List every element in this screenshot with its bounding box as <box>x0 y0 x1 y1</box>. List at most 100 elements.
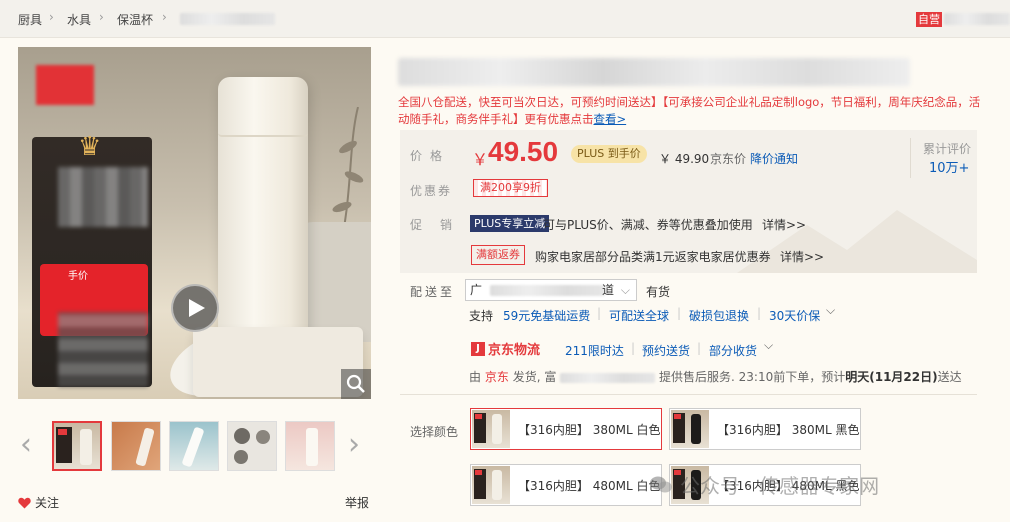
mountain-watermark-icon <box>737 210 977 273</box>
address-tail: 道 <box>602 283 615 297</box>
zoom-button[interactable] <box>341 369 371 399</box>
main-product-image[interactable]: ♛ 手价 <box>18 47 371 399</box>
crown-icon: ♛ <box>78 132 102 162</box>
plus-discount-text: 可与PLUS价、满减、券等优惠叠加使用 <box>543 218 753 232</box>
color-option-380-black[interactable]: 【316内胆】 380ML 黑色 <box>669 408 861 450</box>
thumbnail-4[interactable] <box>227 421 277 471</box>
pixelated-promo-detail <box>58 312 148 387</box>
thumbnail-next-arrow[interactable]: › <box>348 430 360 460</box>
delivery-separator: | <box>697 341 702 355</box>
price-label: 价格 <box>410 149 451 163</box>
jd-price-label: 京东价 <box>710 152 747 166</box>
service-price-protect[interactable]: 30天价保 <box>769 307 820 324</box>
service-separator: | <box>597 306 602 320</box>
eval-count-link[interactable]: 10万+ <box>929 157 969 176</box>
breadcrumb-item-drinkware[interactable]: 水具 <box>67 11 91 28</box>
thumbnail-2[interactable] <box>111 421 161 471</box>
eval-label: 累计评价 <box>923 142 972 156</box>
service-global-delivery[interactable]: 可配送全球 <box>609 307 669 324</box>
address-selector[interactable]: 广 道 ⌵ <box>465 279 637 301</box>
price-drop-notify-link[interactable]: 降价通知 <box>750 150 798 167</box>
self-operated-badge: 自营 <box>916 12 942 27</box>
services-expand-chevron-icon[interactable]: ⌵ <box>826 303 835 318</box>
follow-label: 关注 <box>35 496 60 510</box>
magnifier-icon <box>346 374 365 393</box>
thumbnail-3[interactable] <box>169 421 219 471</box>
color-option-480-white[interactable]: 【316内胆】 480ML 白色 <box>470 464 662 506</box>
delivery-expand-chevron-icon[interactable]: ⌵ <box>764 338 773 353</box>
breadcrumb-item-blurred[interactable] <box>180 13 275 25</box>
delivery-separator: | <box>631 341 636 355</box>
jd-logistics-text: 京东物流 <box>488 343 541 358</box>
report-link[interactable]: 举报 <box>345 494 369 511</box>
pixelated-promo-text <box>58 167 148 227</box>
option-label: 【316内胆】 380ML 黑色 <box>717 422 860 437</box>
breadcrumb-item-kitchenware[interactable]: 厨具 <box>18 11 42 28</box>
promo-price-label: 手价 <box>68 271 88 282</box>
rebate-coupon-text: 购家电家居部分品类满1元返家电家居优惠券 <box>535 250 771 264</box>
eval-divider <box>910 138 911 178</box>
service-separator: | <box>757 306 762 320</box>
coupon-label: 优惠券 <box>410 184 453 198</box>
promotion-label: 促销 <box>410 218 471 232</box>
breadcrumb-separator: › <box>99 10 104 24</box>
section-divider <box>400 394 977 395</box>
option-thumb <box>472 410 510 448</box>
product-title-blurred <box>398 58 910 86</box>
thumbnail-5[interactable] <box>285 421 335 471</box>
plus-discount-detail-link[interactable]: 详情>> <box>762 216 806 233</box>
play-video-button[interactable] <box>171 284 219 332</box>
wechat-watermark: 公众号 · 传感器专家网 <box>650 470 879 499</box>
wechat-icon <box>650 476 672 492</box>
address-blurred <box>489 285 605 296</box>
ship-info-jd[interactable]: 京东 <box>485 370 509 384</box>
brand-logo-blurred <box>36 65 94 105</box>
jd-logistics-icon: J <box>471 341 485 356</box>
product-subtitle: 全国八仓配送，快至可当次日达，可预约时间送达】【可承接公司企业礼品定制logo，… <box>398 94 988 128</box>
color-select-label: 选择颜色 <box>410 425 459 439</box>
plus-discount-tag: PLUS专享立减 <box>470 215 550 232</box>
ship-info-end: 送达 <box>937 370 962 384</box>
breadcrumb-bar: 厨具 › 水具 › 保温杯 › 自营 <box>0 0 1010 38</box>
chevron-down-icon: ⌵ <box>620 283 630 297</box>
seller-name-blurred <box>560 372 656 383</box>
coupon-tag[interactable]: 满200享9折 <box>473 179 548 197</box>
address-text: 广 <box>470 283 483 297</box>
ship-info-date: 明天(11月22日) <box>845 370 938 384</box>
breadcrumb-item-thermos[interactable]: 保温杯 <box>117 11 153 28</box>
option-thumb <box>671 410 709 448</box>
follow-button[interactable]: 关注 <box>18 494 59 511</box>
subtitle-text: 全国八仓配送，快至可当次日达，可预约时间送达】【可承接公司企业礼品定制logo，… <box>398 95 981 126</box>
ship-info-mid: 发货, <box>512 370 541 384</box>
jd-logistics-logo: J 京东物流 <box>471 339 540 358</box>
service-separator: | <box>677 306 682 320</box>
color-option-380-white[interactable]: 【316内胆】 380ML 白色 <box>470 408 662 450</box>
subtitle-view-link[interactable]: 查看> <box>594 112 627 126</box>
breadcrumb-separator: › <box>49 10 54 24</box>
delivery-partial[interactable]: 部分收货 <box>709 342 757 359</box>
plus-price: 49.50 <box>488 136 559 167</box>
option-thumb <box>472 466 510 504</box>
delivery-scheduled[interactable]: 预约送货 <box>642 342 690 359</box>
ship-to-label: 配送至 <box>410 285 456 299</box>
breadcrumb-separator: › <box>162 10 167 24</box>
ship-info-blurred-head: 富 <box>544 370 557 384</box>
jd-price: ￥ 49.90 <box>659 152 710 166</box>
service-damage-return[interactable]: 破损包退换 <box>689 307 749 324</box>
play-icon <box>189 299 205 317</box>
option-label: 【316内胆】 380ML 白色 <box>518 422 661 437</box>
service-free-shipping[interactable]: 59元免基础运费 <box>503 307 590 324</box>
stone-pedestal <box>193 327 363 397</box>
thumbnail-1[interactable] <box>52 421 102 471</box>
support-label: 支持 <box>469 309 494 323</box>
option-label: 【316内胆】 480ML 白色 <box>518 478 661 493</box>
rebate-coupon-tag: 满额返券 <box>471 245 525 265</box>
delivery-211[interactable]: 211限时达 <box>565 342 624 359</box>
plus-price-badge: PLUS 到手价 <box>571 145 647 163</box>
thumbnail-prev-arrow[interactable]: ‹ <box>20 430 32 460</box>
shop-name-blurred[interactable] <box>944 13 1010 25</box>
rebate-coupon-detail-link[interactable]: 详情>> <box>780 248 824 265</box>
watermark-text: 公众号 · 传感器专家网 <box>680 474 880 498</box>
price-currency-symbol: ￥ <box>472 150 489 169</box>
ship-info-prefix: 由 <box>469 370 482 384</box>
